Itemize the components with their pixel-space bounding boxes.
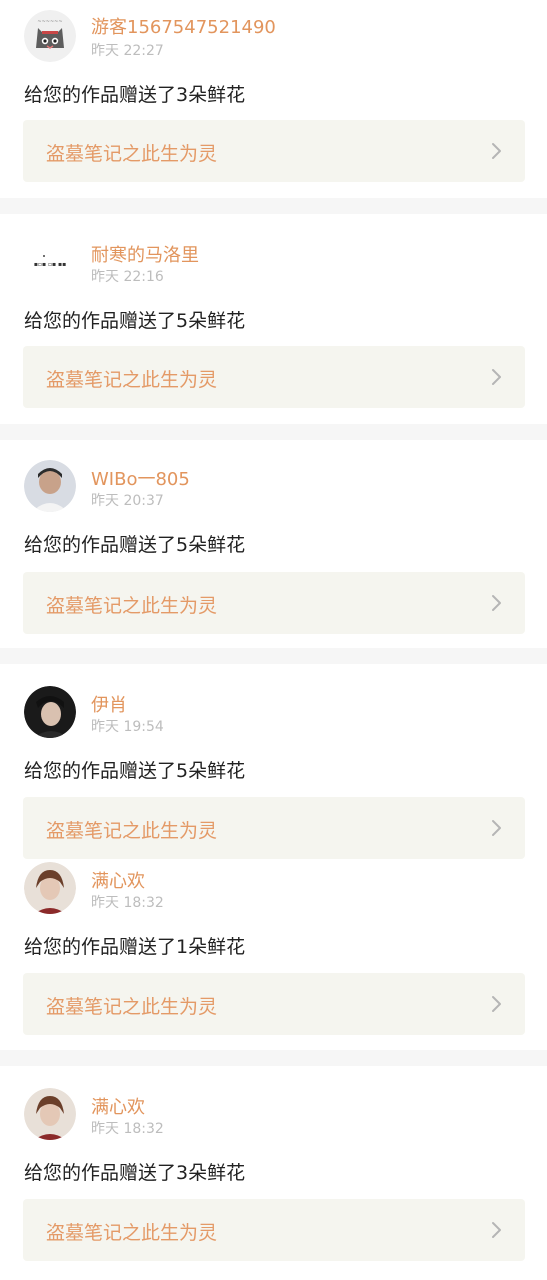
gift-message: 给您的作品赠送了3朵鲜花 — [24, 1162, 246, 1184]
user-avatar[interactable] — [24, 862, 76, 914]
chevron-right-icon — [492, 369, 501, 385]
svg-text:~~~~~~: ~~~~~~ — [37, 19, 62, 25]
work-title: 盗墓笔记之此生为灵 — [46, 996, 218, 1018]
timestamp: 昨天 22:27 — [91, 43, 164, 59]
user-avatar[interactable] — [24, 1088, 76, 1140]
text-avatar-icon: ▪▫▪ ▫▪ ▪▪ — [24, 236, 76, 288]
chevron-right-icon — [492, 1222, 501, 1238]
chevron-right-icon — [492, 820, 501, 836]
chevron-right-icon — [492, 996, 501, 1012]
cat-avatar-icon: ~~~~~~ — [24, 10, 76, 62]
work-title: 盗墓笔记之此生为灵 — [46, 820, 218, 842]
work-link[interactable]: 盗墓笔记之此生为灵 — [23, 797, 525, 859]
work-link[interactable]: 盗墓笔记之此生为灵 — [23, 572, 525, 634]
notification-card: 满心欢 昨天 18:32 给您的作品赠送了3朵鲜花 盗墓笔记之此生为灵 — [0, 1066, 547, 1280]
work-link[interactable]: 盗墓笔记之此生为灵 — [23, 1199, 525, 1261]
work-title: 盗墓笔记之此生为灵 — [46, 595, 218, 617]
person-avatar-icon — [24, 460, 76, 512]
person-avatar-icon — [24, 862, 76, 914]
work-link[interactable]: 盗墓笔记之此生为灵 — [23, 120, 525, 182]
user-avatar[interactable] — [24, 460, 76, 512]
timestamp: 昨天 22:16 — [91, 269, 164, 285]
person-avatar-icon — [24, 1088, 76, 1140]
user-avatar[interactable]: ~~~~~~ — [24, 10, 76, 62]
timestamp: 昨天 18:32 — [91, 895, 164, 911]
work-title: 盗墓笔记之此生为灵 — [46, 369, 218, 391]
notification-card: ▪▫▪ ▫▪ ▪▪ 耐寒的马洛里 昨天 22:16 给您的作品赠送了5朵鲜花 盗… — [0, 214, 547, 424]
username[interactable]: 耐寒的马洛里 — [91, 241, 199, 267]
person-avatar-icon — [24, 686, 76, 738]
user-avatar[interactable] — [24, 686, 76, 738]
chevron-right-icon — [492, 595, 501, 611]
svg-text:▪▫▪ ▫▪ ▪▪: ▪▫▪ ▫▪ ▪▪ — [34, 261, 66, 268]
timestamp: 昨天 20:37 — [91, 493, 164, 509]
work-title: 盗墓笔记之此生为灵 — [46, 1222, 218, 1244]
username[interactable]: 游客1567547521490 — [91, 13, 276, 39]
user-avatar[interactable]: ▪▫▪ ▫▪ ▪▪ — [24, 236, 76, 288]
username[interactable]: 满心欢 — [91, 1093, 145, 1119]
work-title: 盗墓笔记之此生为灵 — [46, 143, 218, 165]
notification-card: ~~~~~~ 游客1567547521490 昨天 22:27 给您的作品赠送了… — [0, 0, 547, 198]
timestamp: 昨天 18:32 — [91, 1121, 164, 1137]
username[interactable]: 伊肖 — [91, 691, 127, 717]
gift-message: 给您的作品赠送了3朵鲜花 — [24, 84, 246, 106]
work-link[interactable]: 盗墓笔记之此生为灵 — [23, 346, 525, 408]
gift-message: 给您的作品赠送了5朵鲜花 — [24, 760, 246, 782]
username[interactable]: 满心欢 — [91, 867, 145, 893]
gift-message: 给您的作品赠送了1朵鲜花 — [24, 936, 246, 958]
chevron-right-icon — [492, 143, 501, 159]
gift-message: 给您的作品赠送了5朵鲜花 — [24, 310, 246, 332]
timestamp: 昨天 19:54 — [91, 719, 164, 735]
notification-card: 伊肖 昨天 19:54 给您的作品赠送了5朵鲜花 盗墓笔记之此生为灵 满心欢 昨… — [0, 664, 547, 1050]
notification-card: WIBo一805 昨天 20:37 给您的作品赠送了5朵鲜花 盗墓笔记之此生为灵 — [0, 440, 547, 648]
username[interactable]: WIBo一805 — [91, 465, 190, 491]
work-link[interactable]: 盗墓笔记之此生为灵 — [23, 973, 525, 1035]
gift-message: 给您的作品赠送了5朵鲜花 — [24, 534, 246, 556]
